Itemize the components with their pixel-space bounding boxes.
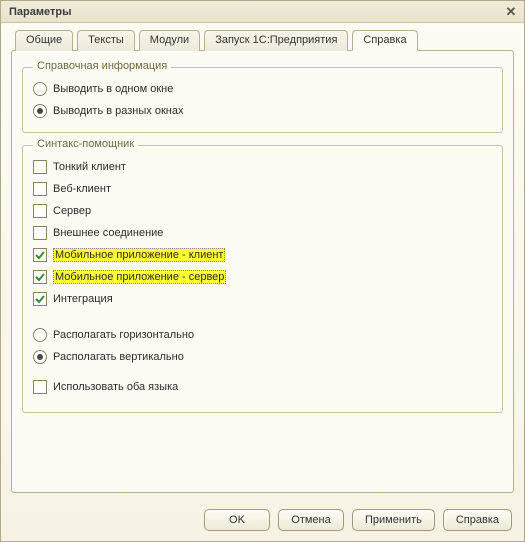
radio-layout-horizontal-label: Располагать горизонтально — [53, 329, 194, 341]
radio-multi-window-row[interactable]: Выводить в разных окнах — [33, 100, 492, 122]
checkbox-mobile-app-client-label: Мобильное приложение - клиент — [53, 248, 225, 262]
group-help-info: Справочная информация Выводить в одном о… — [22, 67, 503, 133]
checkbox-server-row[interactable]: Сервер — [33, 200, 492, 222]
radio-layout-vertical-label: Располагать вертикально — [53, 351, 184, 363]
tab-help[interactable]: Справка — [352, 30, 417, 51]
tab-launch[interactable]: Запуск 1С:Предприятия — [204, 30, 348, 51]
radio-one-window-row[interactable]: Выводить в одном окне — [33, 78, 492, 100]
tab-texts[interactable]: Тексты — [77, 30, 135, 51]
tab-panel-help: Справочная информация Выводить в одном о… — [11, 50, 514, 493]
help-button[interactable]: Справка — [443, 509, 512, 531]
radio-one-window[interactable] — [33, 82, 47, 96]
checkbox-both-languages-label: Использовать оба языка — [53, 381, 178, 393]
radio-multi-window[interactable] — [33, 104, 47, 118]
tab-modules[interactable]: Модули — [139, 30, 200, 51]
checkbox-server-label: Сервер — [53, 205, 91, 217]
dialog-window: Параметры ✕ Общие Тексты Модули Запуск 1… — [0, 0, 525, 542]
checkbox-mobile-app-server-row[interactable]: Мобильное приложение - сервер — [33, 266, 492, 288]
radio-one-window-label: Выводить в одном окне — [53, 83, 173, 95]
apply-button[interactable]: Применить — [352, 509, 435, 531]
cancel-button[interactable]: Отмена — [278, 509, 344, 531]
checkbox-external-connection-label: Внешнее соединение — [53, 227, 163, 239]
ok-button[interactable]: OK — [204, 509, 270, 531]
checkbox-web-client[interactable] — [33, 182, 47, 196]
tab-strip: Общие Тексты Модули Запуск 1С:Предприяти… — [11, 29, 514, 50]
checkbox-external-connection-row[interactable]: Внешнее соединение — [33, 222, 492, 244]
checkbox-both-languages[interactable] — [33, 380, 47, 394]
checkbox-integration[interactable] — [33, 292, 47, 306]
dialog-footer: OK Отмена Применить Справка — [1, 501, 524, 541]
titlebar: Параметры ✕ — [1, 1, 524, 23]
radio-layout-vertical-row[interactable]: Располагать вертикально — [33, 346, 492, 368]
checkbox-mobile-app-client-row[interactable]: Мобильное приложение - клиент — [33, 244, 492, 266]
radio-layout-horizontal[interactable] — [33, 328, 47, 342]
checkbox-mobile-app-client[interactable] — [33, 248, 47, 262]
checkbox-thin-client-label: Тонкий клиент — [53, 161, 126, 173]
checkbox-integration-label: Интеграция — [53, 293, 113, 305]
checkbox-server[interactable] — [33, 204, 47, 218]
checkbox-thin-client[interactable] — [33, 160, 47, 174]
tab-general[interactable]: Общие — [15, 30, 73, 51]
checkbox-integration-row[interactable]: Интеграция — [33, 288, 492, 310]
checkbox-web-client-label: Веб-клиент — [53, 183, 111, 195]
content-area: Общие Тексты Модули Запуск 1С:Предприяти… — [1, 23, 524, 501]
checkbox-web-client-row[interactable]: Веб-клиент — [33, 178, 492, 200]
radio-layout-vertical[interactable] — [33, 350, 47, 364]
group-help-info-legend: Справочная информация — [33, 60, 171, 72]
window-title: Параметры — [9, 6, 502, 18]
checkbox-mobile-app-server-label: Мобильное приложение - сервер — [53, 270, 226, 284]
checkbox-both-languages-row[interactable]: Использовать оба языка — [33, 376, 492, 398]
checkbox-mobile-app-server[interactable] — [33, 270, 47, 284]
radio-multi-window-label: Выводить в разных окнах — [53, 105, 183, 117]
radio-layout-horizontal-row[interactable]: Располагать горизонтально — [33, 324, 492, 346]
group-syntax-helper: Синтакс-помощник Тонкий клиентВеб-клиент… — [22, 145, 503, 413]
group-syntax-legend: Синтакс-помощник — [33, 138, 138, 150]
checkbox-external-connection[interactable] — [33, 226, 47, 240]
checkbox-thin-client-row[interactable]: Тонкий клиент — [33, 156, 492, 178]
close-icon[interactable]: ✕ — [502, 4, 520, 20]
